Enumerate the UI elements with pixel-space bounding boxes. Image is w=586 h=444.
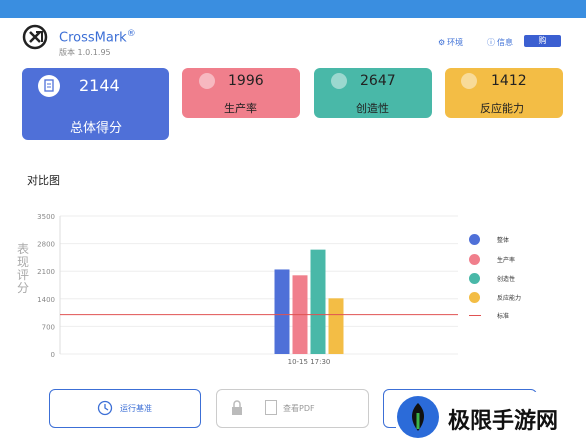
responsiveness-value: 1412: [491, 73, 527, 89]
app-version: 版本 1.0.1.95: [59, 48, 111, 57]
speed-icon: [461, 73, 477, 89]
x-tick-label: 10-15 17:30: [288, 358, 331, 366]
info-link[interactable]: ⓘ 信息: [487, 37, 513, 48]
info-icon: ⓘ: [487, 38, 495, 47]
bar-4: [328, 298, 344, 354]
legend-label: 生产率: [497, 257, 516, 264]
productivity-value: 1996: [228, 73, 264, 89]
creativity-card: 2647 创造性: [314, 68, 432, 118]
y-tick-label: 2800: [37, 241, 55, 249]
clock-icon: [97, 400, 113, 416]
y-tick-label: 3500: [37, 213, 55, 221]
legend-marker: [469, 292, 480, 303]
creativity-value: 2647: [360, 73, 396, 89]
creativity-label: 创造性: [356, 102, 389, 115]
y-tick-label: 700: [42, 323, 55, 331]
legend-line-marker: [469, 315, 481, 316]
info-label: 信息: [497, 38, 513, 47]
run-benchmark-label: 运行基准: [120, 404, 152, 413]
productivity-card: 1996 生产率: [182, 68, 300, 118]
legend-label: 创造性: [497, 276, 516, 283]
legend-marker: [469, 273, 480, 284]
legend-marker: [469, 254, 480, 265]
registered-mark: ®: [126, 29, 136, 39]
clipboard-icon: [38, 75, 60, 97]
bar-3: [310, 249, 326, 354]
legend-item: 整体: [469, 234, 509, 245]
overall-score-label: 总体得分: [70, 121, 123, 136]
legend-label: 整体: [497, 237, 510, 244]
view-pdf-label: 查看PDF: [283, 404, 315, 413]
buy-button[interactable]: 购: [524, 35, 561, 47]
watermark-logo-icon: [397, 396, 439, 438]
environment-label: 环境: [447, 38, 464, 47]
productivity-label: 生产率: [224, 102, 257, 115]
legend-label: 反应能力: [497, 295, 522, 302]
legend-item: 创造性: [469, 273, 515, 284]
lock-icon: [232, 400, 242, 415]
comparison-chart-title: 对比图: [27, 174, 60, 187]
responsiveness-card: 1412 反应能力: [445, 68, 563, 118]
title-bar: [0, 0, 586, 18]
gear-icon: ⚙: [438, 38, 446, 47]
comparison-chart: 3500 2800 2100 1400 700 0 10-15 17:30: [37, 213, 458, 366]
legend-item: 反应能力: [469, 292, 521, 303]
responsiveness-label: 反应能力: [480, 102, 524, 115]
document-icon: [199, 73, 215, 89]
environment-link[interactable]: ⚙ 环境: [438, 37, 463, 48]
crossmark-logo-icon: [22, 24, 48, 50]
overall-score-card: 2144 总体得分: [22, 68, 169, 140]
run-benchmark-button[interactable]: 运行基准: [49, 389, 201, 428]
bar-1: [274, 269, 290, 354]
legend-item: 生产率: [469, 254, 515, 265]
pdf-file-icon: [265, 400, 277, 415]
y-tick-label: 1400: [37, 296, 55, 304]
legend-item-baseline: 标准: [469, 311, 509, 320]
app-name-text: CrossMark: [59, 30, 127, 46]
overall-score-value: 2144: [79, 76, 120, 95]
legend-label: 标准: [497, 313, 510, 320]
y-tick-label: 0: [51, 351, 55, 359]
legend-marker: [469, 234, 480, 245]
brush-icon: [331, 73, 347, 89]
y-tick-label: 2100: [37, 268, 55, 276]
watermark-text: 极限手游网: [448, 409, 559, 434]
view-pdf-button[interactable]: 查看PDF: [216, 389, 369, 428]
app-name: CrossMark®: [59, 29, 136, 45]
